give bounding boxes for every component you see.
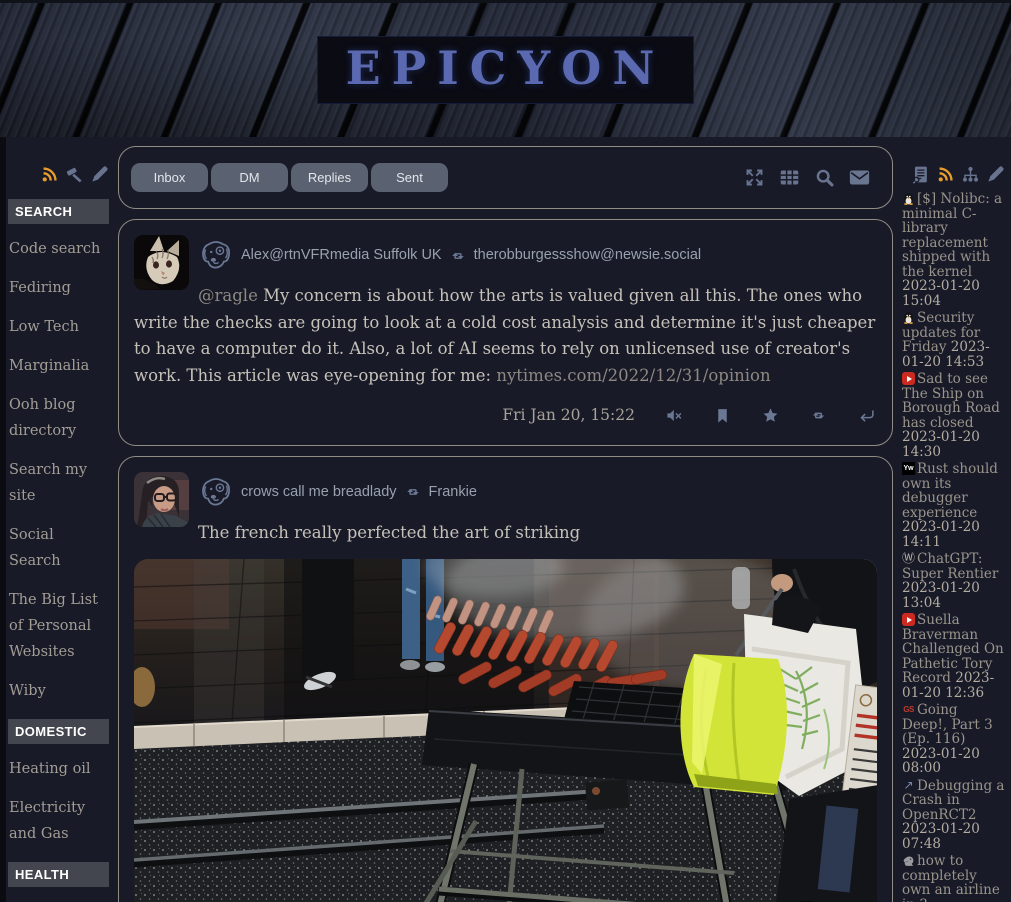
share-tree-icon[interactable]: [961, 165, 980, 184]
sidebar-link-ooh-blog-directory[interactable]: Ooh blog directory: [9, 392, 109, 444]
post-text: The french really perfected the art of s…: [198, 523, 580, 542]
boost-icon: [404, 484, 422, 500]
post-card: crows call me breadlady Frankie The fren…: [118, 456, 893, 902]
sidebar-link-electricity-gas[interactable]: Electricity and Gas: [9, 795, 109, 847]
tux-favicon: [902, 311, 915, 324]
sidebar-link-search-my-site[interactable]: Search my site: [9, 457, 109, 509]
post-timestamp: Fri Jan 20, 15:22: [502, 402, 635, 429]
post-card: Alex@rtnVFRmedia Suffolk UK therobburges…: [118, 219, 893, 446]
sidebar-link-wiby[interactable]: Wiby: [9, 678, 109, 704]
wordpress-favicon: Ⓦ: [902, 552, 915, 565]
post-boosted-by-handle[interactable]: Frankie: [429, 479, 477, 506]
newswire-item: YwRust should own its debugger experienc…: [902, 462, 1005, 549]
mail-icon[interactable]: [849, 167, 870, 188]
mention-link[interactable]: @ragle: [198, 286, 258, 305]
mute-icon[interactable]: [666, 407, 683, 424]
sidebar-link-heating-oil[interactable]: Heating oil: [9, 756, 109, 782]
epicyon-dog-icon: [198, 476, 234, 509]
avatar[interactable]: [134, 472, 189, 527]
newswire-title[interactable]: Rust should own its debugger experience: [902, 461, 998, 521]
newswire-list-icon[interactable]: [911, 165, 930, 184]
newswire-item: Suella Braverman Challenged On Pathetic …: [902, 613, 1005, 700]
tab-replies[interactable]: Replies: [291, 163, 368, 192]
bookmark-icon[interactable]: [714, 407, 731, 424]
newswire-date: 2023-01-20 14:11: [902, 519, 980, 550]
post-author-handle[interactable]: Alex@rtnVFRmedia Suffolk UK: [241, 242, 442, 269]
tux-favicon: [902, 192, 915, 205]
timeline-column: Inbox DM Replies Sent: [118, 137, 893, 902]
yw-favicon: Yw: [902, 462, 915, 475]
sidebar-link-low-tech[interactable]: Low Tech: [9, 314, 109, 340]
avatar[interactable]: [134, 235, 189, 290]
tab-inbox[interactable]: Inbox: [131, 163, 208, 192]
epicyon-dog-icon: [198, 239, 234, 272]
repeat-icon[interactable]: [810, 407, 827, 424]
newswire-list: [$] Nolibc: a minimal C-library replacem…: [902, 192, 1005, 902]
banner-title: EPICYON: [346, 41, 666, 95]
newswire-title[interactable]: Going Deep!, Part 3 (Ep. 116): [902, 702, 993, 747]
newswire-item: Sad to see The Ship on Borough Road has …: [902, 372, 1005, 459]
fullscreen-icon[interactable]: [744, 167, 765, 188]
youtube-favicon: [902, 613, 915, 626]
edit-links-icon[interactable]: [90, 165, 109, 184]
newswire-date: 2023-01-20 14:30: [902, 429, 980, 460]
sidebar-link-big-list[interactable]: The Big List of Personal Websites: [9, 587, 109, 665]
sidebar-header-search: SEARCH: [8, 199, 109, 224]
newswire-date: 2023-01-20 13:04: [902, 580, 980, 611]
sidebar-header-domestic: DOMESTIC: [8, 719, 109, 744]
boost-icon: [449, 248, 467, 264]
rss-feed-icon[interactable]: [40, 165, 59, 184]
newswire-title[interactable]: Debugging a Crash in OpenRCT2: [902, 778, 1004, 823]
newswire-title[interactable]: ChatGPT: Super Rentier: [902, 551, 998, 582]
newswire-item: ↗Debugging a Crash in OpenRCT2 2023-01-2…: [902, 779, 1005, 852]
left-column: SEARCH Code search Fediring Low Tech Mar…: [6, 137, 112, 902]
newswire-column: [$] Nolibc: a minimal C-library replacem…: [900, 137, 1011, 902]
rss-feed-icon[interactable]: [936, 165, 955, 184]
newswire-item: ⓌChatGPT: Super Rentier 2023-01-20 13:04: [902, 552, 1005, 610]
newswire-item: GSGoing Deep!, Part 3 (Ep. 116) 2023-01-…: [902, 703, 1005, 776]
post-content: @ragle My concern is about how the arts …: [134, 283, 877, 389]
gs-favicon: GS: [902, 703, 915, 716]
newswire-title[interactable]: Sad to see The Ship on Borough Road has …: [902, 371, 1000, 431]
newswire-title[interactable]: how to completely own an airline in 3: [902, 853, 1000, 902]
edit-newswire-icon[interactable]: [986, 165, 1005, 184]
newswire-title[interactable]: [$] Nolibc: a minimal C-library replacem…: [902, 191, 1002, 280]
tab-dm[interactable]: DM: [211, 163, 288, 192]
youtube-favicon: [902, 372, 915, 385]
post-author-handle[interactable]: crows call me breadlady: [241, 479, 397, 506]
tab-sent[interactable]: Sent: [371, 163, 448, 192]
newswire-item: [$] Nolibc: a minimal C-library replacem…: [902, 192, 1005, 308]
show-links-icon[interactable]: [65, 165, 84, 184]
newswire-date: 2023-01-20 08:00: [902, 746, 980, 777]
star-icon[interactable]: [762, 407, 779, 424]
newswire-date: 2023-01-20 15:04: [902, 278, 980, 309]
reply-icon[interactable]: [858, 407, 875, 424]
banner-title-box: EPICYON: [317, 36, 695, 104]
post-content: The french really perfected the art of s…: [134, 520, 877, 547]
timeline-header: Inbox DM Replies Sent: [118, 146, 893, 209]
media-grid-icon[interactable]: [779, 167, 800, 188]
newswire-item: Security updates for Friday 2023-01-20 1…: [902, 311, 1005, 369]
profile-banner[interactable]: EPICYON: [0, 0, 1011, 137]
post-image[interactable]: [134, 559, 877, 902]
newswire-item: how to completely own an airline in 3: [902, 854, 1005, 902]
sidebar-link-fediring[interactable]: Fediring: [9, 275, 109, 301]
sidebar-link-code-search[interactable]: Code search: [9, 236, 109, 262]
sidebar-link-social-search[interactable]: Social Search: [9, 522, 109, 574]
sidebar-link-marginalia[interactable]: Marginalia: [9, 353, 109, 379]
search-icon[interactable]: [814, 167, 835, 188]
post-external-link[interactable]: nytimes.com/2022/12/31/opinion: [496, 366, 770, 385]
external-arrow-favicon: ↗: [902, 779, 915, 792]
newswire-date: 2023-01-20 07:48: [902, 821, 980, 852]
post-boosted-by-handle[interactable]: therobburgessshow@newsie.social: [474, 242, 702, 269]
squirrel-favicon: [902, 854, 915, 867]
sidebar-header-health: HEALTH: [8, 862, 109, 887]
